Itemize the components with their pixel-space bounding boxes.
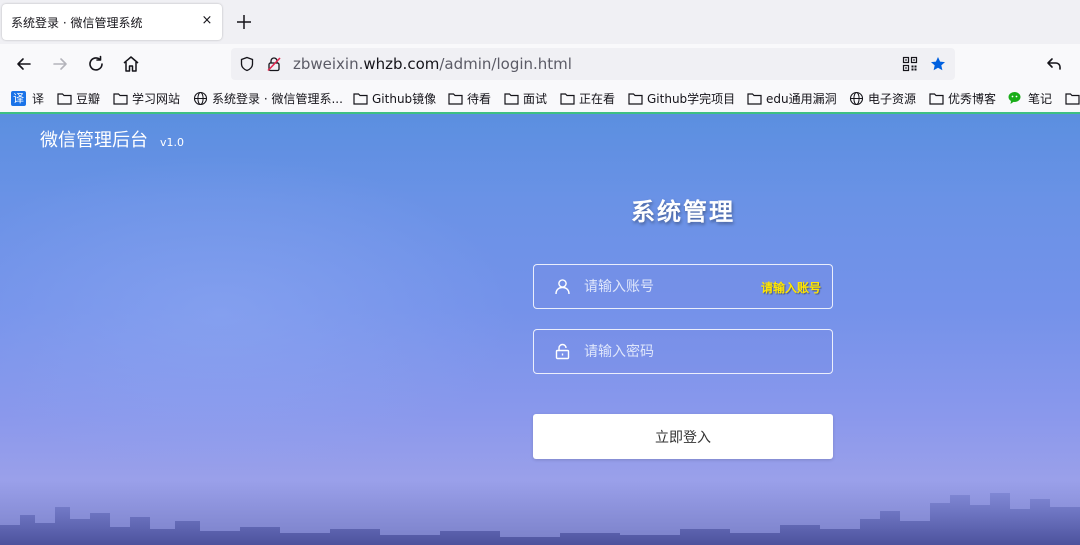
new-tab-icon[interactable] [234, 12, 254, 32]
brand-version: v1.0 [160, 136, 185, 149]
brand-header: 微信管理后台 v1.0 [40, 126, 184, 152]
folder-icon [353, 92, 368, 105]
bookmark-folder-to-watch[interactable]: 待看 [448, 89, 491, 107]
back-icon[interactable] [14, 54, 34, 74]
folder-icon [1065, 92, 1080, 105]
bookmark-label: 电子资源 [868, 91, 917, 106]
browser-tab[interactable]: 系统登录 · 微信管理系统 × [2, 4, 222, 40]
url-domain: whzb.com [363, 55, 440, 73]
folder-icon [57, 92, 72, 105]
bookmark-folder-more[interactable] [1065, 89, 1080, 107]
bookmark-star-icon[interactable] [930, 56, 946, 72]
bookmark-label: 系统登录 · 微信管理系... [212, 91, 343, 106]
bookmark-label: 笔记 [1028, 91, 1053, 106]
bookmark-label: 正在看 [579, 91, 616, 106]
bookmark-folder-study-sites[interactable]: 学习网站 [113, 89, 180, 107]
navigation-bar: zbweixin.whzb.com/admin/login.html [0, 44, 1080, 84]
login-title: 系统管理 [631, 198, 735, 226]
bookmark-login-page[interactable]: 系统登录 · 微信管理系... [193, 89, 343, 107]
bookmark-translate[interactable]: 译译 [11, 89, 44, 107]
bookmark-label: 面试 [523, 91, 548, 106]
bookmark-e-resources[interactable]: 电子资源 [849, 89, 916, 107]
tab-title: 系统登录 · 微信管理系统 [11, 15, 143, 30]
folder-icon [504, 92, 519, 105]
bookmark-label: 译 [32, 91, 45, 106]
bookmark-folder-edu-vulns[interactable]: edu通用漏洞 [747, 89, 837, 107]
password-input[interactable] [584, 330, 754, 373]
login-page: 微信管理后台 v1.0 系统管理 请输入账号 立即登入 [0, 114, 1080, 545]
background-glow [0, 154, 520, 474]
translate-icon: 译 [11, 90, 26, 106]
lock-icon [555, 343, 570, 360]
url-text[interactable]: zbweixin.whzb.com/admin/login.html [293, 55, 572, 73]
city-skyline-background [0, 493, 1080, 545]
username-input[interactable] [584, 265, 754, 308]
url-path: /admin/login.html [439, 55, 572, 73]
globe-icon [849, 91, 864, 105]
username-error-tip: 请输入账号 [760, 281, 821, 295]
reload-icon[interactable] [86, 54, 106, 74]
bookmark-label: edu通用漏洞 [766, 91, 837, 106]
wechat-icon [1008, 92, 1021, 104]
folder-icon [747, 92, 762, 105]
folder-icon [448, 92, 463, 105]
bookmark-label: 待看 [467, 91, 492, 106]
password-field[interactable] [533, 329, 833, 374]
folder-icon [560, 92, 575, 105]
brand-title: 微信管理后台 [40, 130, 148, 151]
username-field[interactable]: 请输入账号 [533, 264, 833, 309]
bookmark-label: 优秀博客 [948, 91, 997, 106]
bookmark-notes[interactable]: 笔记 [1008, 89, 1052, 107]
login-button[interactable]: 立即登入 [533, 414, 833, 459]
qr-code-icon[interactable] [902, 56, 918, 72]
shield-icon[interactable] [239, 56, 255, 72]
bookmark-folder-watching[interactable]: 正在看 [560, 89, 615, 107]
home-icon[interactable] [121, 54, 141, 74]
bookmark-folder-douban[interactable]: 豆瓣 [57, 89, 100, 107]
folder-icon [929, 92, 944, 105]
undo-icon[interactable] [1044, 54, 1064, 74]
folder-icon [113, 92, 128, 105]
folder-icon [628, 92, 643, 105]
bookmark-label: Github镜像 [372, 91, 437, 106]
tab-close-icon[interactable]: × [200, 14, 214, 28]
bookmark-folder-interview[interactable]: 面试 [504, 89, 547, 107]
bookmark-label: 学习网站 [132, 91, 181, 106]
globe-icon [193, 91, 208, 105]
insecure-lock-icon[interactable] [266, 56, 282, 72]
user-icon [555, 279, 570, 295]
bookmark-label: 豆瓣 [76, 91, 101, 106]
bookmark-folder-github-mirror[interactable]: Github镜像 [353, 89, 436, 107]
bookmark-folder-blogs[interactable]: 优秀博客 [929, 89, 996, 107]
bookmarks-toolbar: 译译 豆瓣 学习网站 系统登录 · 微信管理系... Github镜像 待看 面… [0, 84, 1080, 112]
bookmark-folder-github-projects[interactable]: Github学完项目 [628, 89, 735, 107]
url-bar[interactable]: zbweixin.whzb.com/admin/login.html [231, 48, 955, 80]
bookmark-label: Github学完项目 [647, 91, 736, 106]
url-prefix: zbweixin. [293, 55, 364, 73]
tab-strip: 系统登录 · 微信管理系统 × [0, 0, 1080, 44]
forward-icon[interactable] [50, 54, 70, 74]
